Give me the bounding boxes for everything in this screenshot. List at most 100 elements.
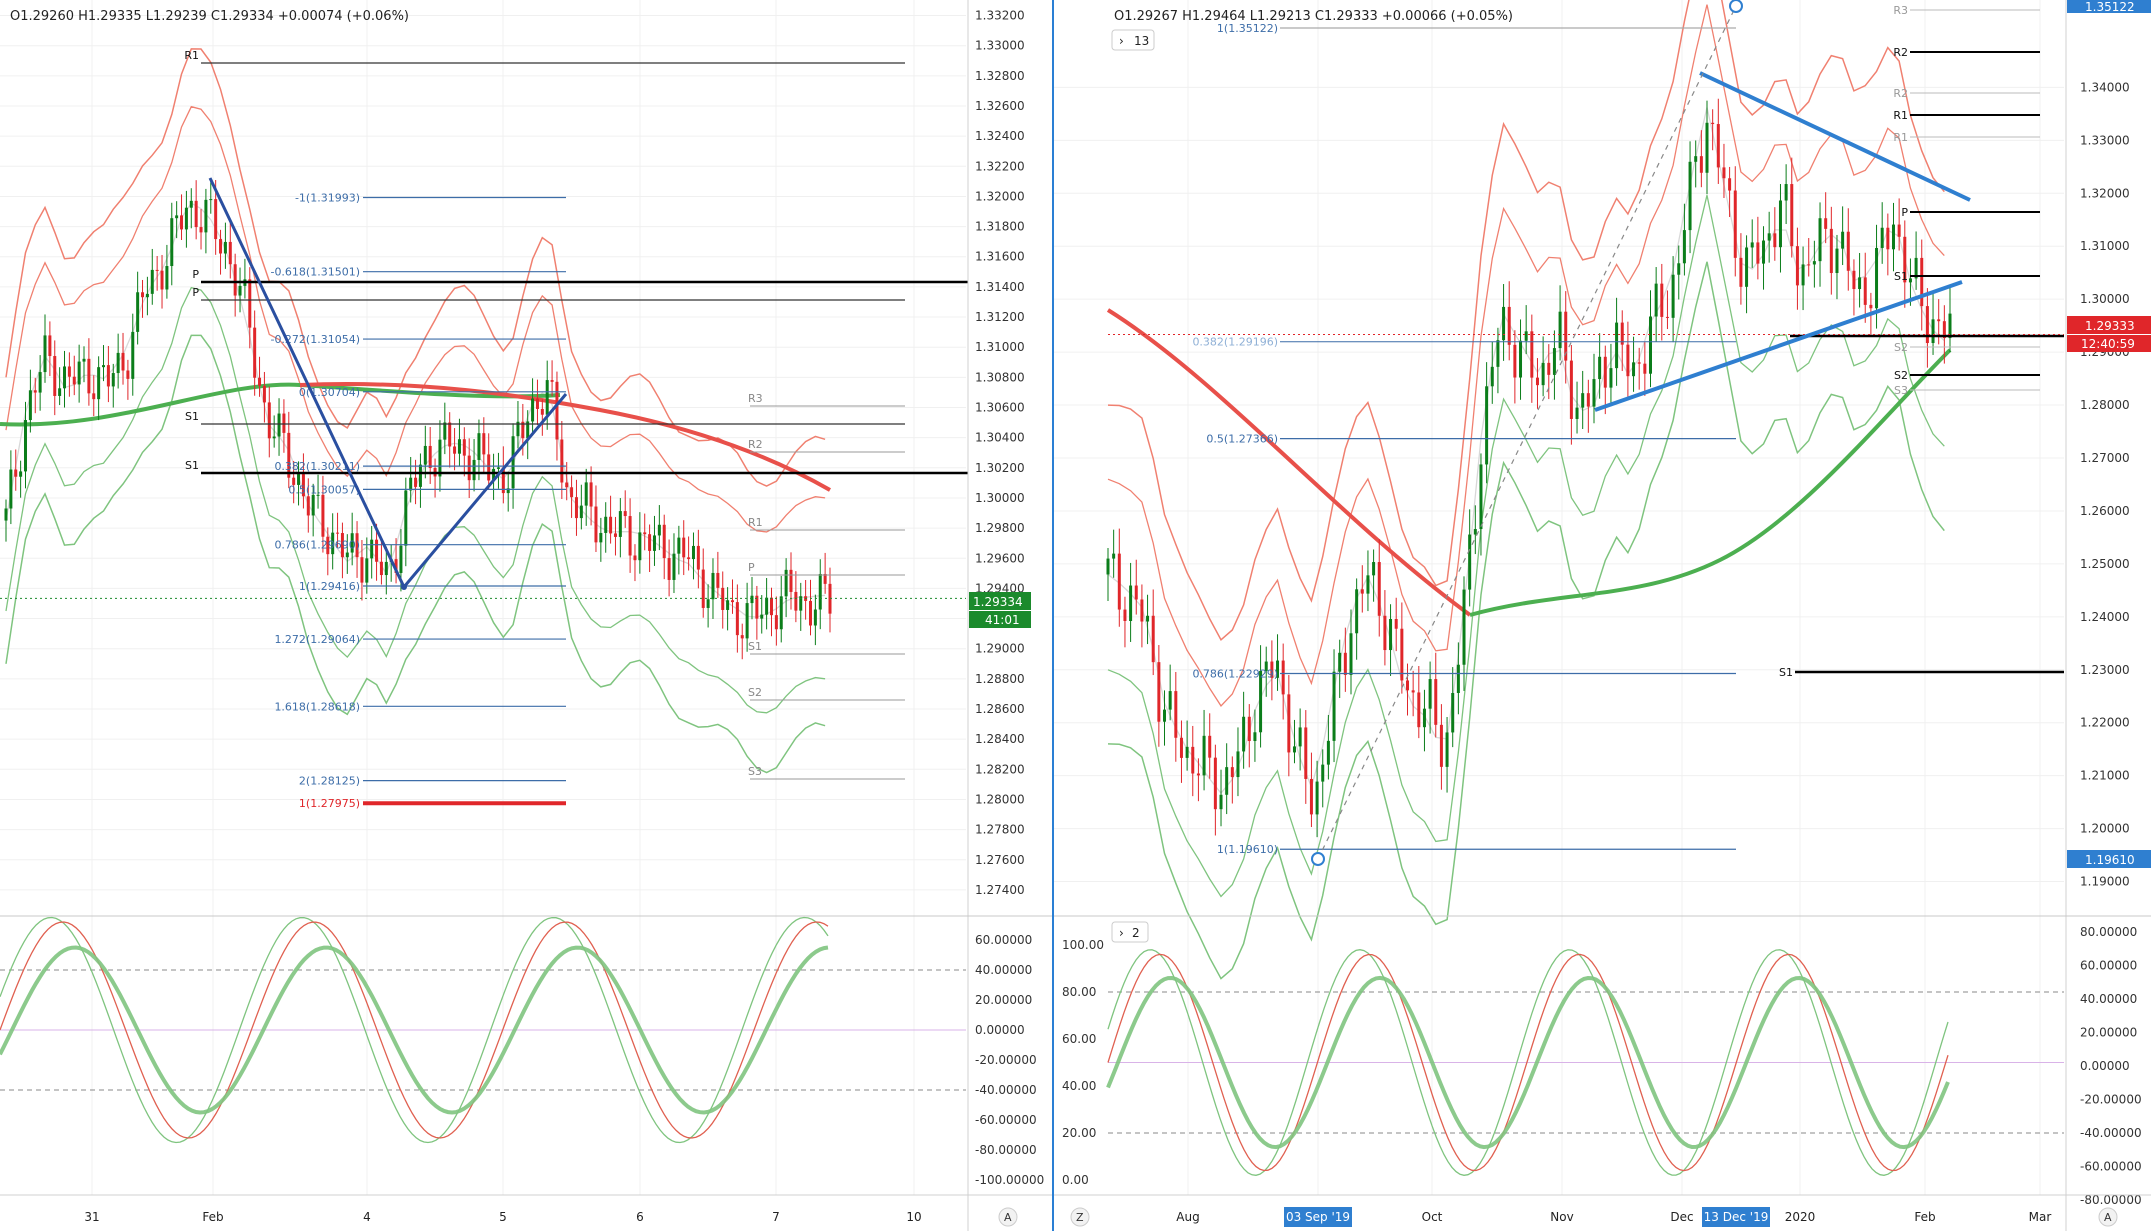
right-candle-body [1134,585,1138,600]
left-price-tick: 1.28400 [975,732,1025,746]
left-fib-label: -0.618(1.31501) [270,266,360,279]
left-candle-body [487,454,491,481]
left-candle-body [48,335,52,357]
left-time-label: 4 [363,1210,371,1224]
left-auto-scale-button[interactable]: A [998,1207,1018,1227]
left-candle-body [58,388,62,396]
left-candle-body [716,572,720,588]
left-candle-body [584,482,588,506]
left-candle-body [311,494,315,516]
right-osc-left-tick: 100.00 [1062,938,1104,952]
left-candle-body [19,471,23,477]
left-candle-body [67,366,71,377]
right-candle-body [1869,304,1873,309]
right-candle-body [1479,464,1483,530]
left-fib-label: 1.272(1.29064) [274,633,360,646]
fib-anchor-top[interactable] [1729,0,1743,13]
right-candle-body [1191,746,1195,774]
left-candle-body [609,516,613,534]
left-candle-body [204,199,208,233]
left-countdown-text: 41:01 [985,613,1020,627]
left-candle-body [726,600,730,610]
right-candle-body [1558,311,1562,349]
right-candle-body [1287,694,1291,753]
right-pivot-label: P [1901,206,1908,219]
right-candle-body [1745,247,1749,287]
right-candle-body [1519,340,1523,378]
right-candle-body [1383,615,1387,651]
left-candle-body [253,327,257,378]
right-indicator-count: 13 [1134,34,1149,48]
right-candle-body [1123,609,1127,622]
right-chart-panel[interactable]: R3R2R2R1R1PS1S2S2S3S11(1.35122)0.382(1.2… [1054,0,2151,1231]
right-candle-body [1863,277,1867,305]
left-pivot-label: R2 [748,438,763,451]
right-osc-right-tick: 40.00000 [2080,992,2137,1006]
left-candle-body [24,420,28,472]
left-candle-body [652,535,656,551]
right-candle-body [1304,727,1308,779]
left-time-label: 10 [906,1210,921,1224]
right-candle-body [1688,161,1692,231]
right-time-axis[interactable]: Aug 03 Sep '19 Oct Nov Dec 13 Dec '19 2020 Feb M… [1176,1207,2051,1227]
right-pivot-label: R1 [1893,131,1908,144]
right-upper-band-inner [1107,4,1945,707]
right-osc-toggle[interactable]: › 2 [1111,921,1149,943]
left-price-tick: 1.31800 [975,220,1025,234]
left-candle-body [740,635,744,639]
fib-anchor-bottom[interactable] [1311,852,1325,866]
left-candle-body [453,446,457,454]
left-price-tick: 1.32200 [975,159,1025,173]
right-price-tick: 1.26000 [2080,504,2130,518]
left-candle-body [404,490,408,546]
left-candle-body [87,358,91,394]
right-price-axis[interactable]: 1.340001.330001.320001.310001.300001.290… [2080,80,2130,888]
left-candle-body [808,600,812,626]
left-price-tick: 1.33200 [975,9,1025,23]
right-candle-body [1377,562,1381,616]
right-candle-body [1699,156,1703,173]
right-osc-right-tick: 80.00000 [2080,925,2137,939]
right-time-label: Feb [1914,1210,1935,1224]
right-price-tick: 1.30000 [2080,292,2130,306]
right-indicator-toggle[interactable]: › 13 [1111,29,1155,51]
right-fib-label: 0.786(1.22929) [1192,668,1278,681]
right-osc-left-tick: 60.00 [1062,1032,1096,1046]
right-lower-band-inner [1107,195,1945,898]
left-fib-label: 1(1.29416) [299,580,360,593]
right-candle-body [1355,589,1359,634]
left-price-tick: 1.32000 [975,189,1025,203]
right-candle-body [1632,362,1636,377]
right-price-tick: 1.33000 [2080,133,2130,147]
right-candle-body [1829,228,1833,274]
left-pivot-label: S3 [748,765,762,778]
right-fib-label: 0.5(1.27366) [1206,433,1278,446]
right-candle-body [1253,732,1257,742]
right-candle-body [1163,709,1167,722]
left-candle-body [448,422,452,447]
right-candle-body [1485,386,1489,465]
right-candle-body [1648,316,1652,374]
right-candle-body [1920,257,1924,307]
left-candle-body [63,366,67,389]
right-zoom-button[interactable]: Z [1070,1207,1090,1227]
left-candle-body [262,385,266,403]
right-candle-body [1784,184,1788,201]
right-candle-body [1575,407,1579,419]
left-candle-body [175,215,179,219]
right-candle-body [1445,732,1449,767]
right-auto-scale-button[interactable]: A [2098,1207,2118,1227]
fib-diagonal[interactable] [1317,5,1737,860]
right-candle-body [1891,224,1895,250]
left-chart-panel[interactable]: R1PPS1S1R3R2R1PS1S2S3-1(1.31993)-0.618(1… [0,0,1052,1231]
right-candle-body [1428,679,1432,709]
panel-divider[interactable] [1052,0,1054,1231]
left-candle-body [360,557,364,583]
left-candle-body [706,599,710,608]
left-candle-body [9,469,13,509]
left-candle-body [496,467,500,469]
right-scale-label: A [2104,1211,2112,1224]
left-candle-body [540,408,544,415]
left-price-tick: 1.33000 [975,39,1025,53]
right-oscillator-pane[interactable] [1106,949,2064,1176]
